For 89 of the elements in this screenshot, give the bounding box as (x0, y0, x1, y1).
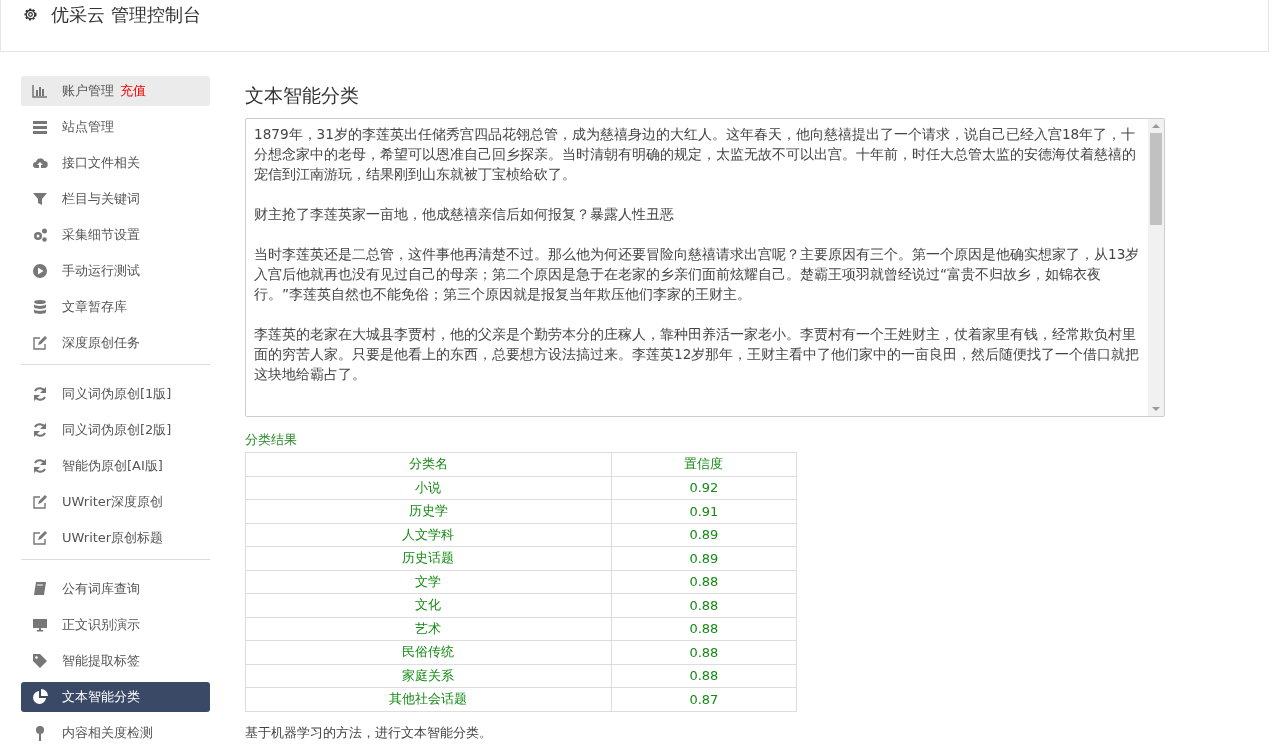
sidebar-item[interactable]: UWriter深度原创 (21, 487, 210, 517)
sidebar-item[interactable]: 正文识别演示 (21, 610, 210, 640)
table-cell: 家庭关系 (245, 664, 612, 688)
scrollbar-thumb[interactable] (1150, 133, 1162, 225)
table-cell: 民俗传统 (245, 640, 612, 664)
database-icon (32, 299, 48, 315)
sidebar-label: 文章暂存库 (62, 298, 127, 316)
sidebar-item[interactable]: 站点管理 (21, 112, 210, 142)
sidebar-label: 公有词库查询 (62, 580, 140, 598)
scrollbar[interactable] (1148, 119, 1164, 416)
recharge-link[interactable]: 充值 (120, 82, 146, 100)
table-cell: 0.91 (611, 499, 797, 523)
refresh-icon (32, 458, 48, 474)
table-cell: 0.89 (611, 546, 797, 570)
settings-icon (22, 6, 39, 23)
bar-chart-icon (32, 83, 48, 99)
result-title: 分类结果 (245, 431, 298, 449)
sidebar-item[interactable]: 手动运行测试 (21, 256, 210, 286)
sidebar-label: UWriter原创标题 (62, 529, 164, 547)
sidebar-item[interactable]: 同义词伪原创[2版] (21, 415, 210, 445)
scroll-down-icon[interactable] (1152, 405, 1160, 413)
table-cell: 0.88 (611, 570, 797, 594)
server-icon (32, 119, 48, 135)
refresh-icon (32, 422, 48, 438)
text-input-area[interactable] (245, 118, 1165, 417)
cloud-upload-icon (32, 155, 48, 171)
sidebar-item[interactable]: 智能提取标签 (21, 646, 210, 676)
console-title: 优采云 管理控制台 (51, 4, 201, 26)
pie-chart-icon (32, 689, 48, 705)
table-cell: 0.88 (611, 593, 797, 617)
table-cell: 艺术 (245, 617, 612, 641)
sidebar-item[interactable]: 采集细节设置 (21, 220, 210, 250)
table-cell: 0.88 (611, 640, 797, 664)
sidebar-label: 文本智能分类 (62, 688, 140, 706)
sidebar-item[interactable]: 同义词伪原创[1版] (21, 379, 210, 409)
sidebar-label: 同义词伪原创[1版] (62, 385, 172, 403)
sidebar-item[interactable]: 接口文件相关 (21, 148, 210, 178)
sidebar-label: 接口文件相关 (62, 154, 140, 172)
column-header: 置信度 (611, 452, 797, 476)
edit-icon (32, 530, 48, 546)
table-cell: 0.88 (611, 664, 797, 688)
sidebar-label: 站点管理 (62, 118, 114, 136)
edit-icon (32, 335, 48, 351)
table-cell: 0.89 (611, 523, 797, 547)
table-cell: 0.87 (611, 687, 797, 711)
table-cell: 0.88 (611, 617, 797, 641)
scroll-up-icon[interactable] (1152, 122, 1160, 130)
book-icon (32, 581, 48, 597)
sidebar-label: 正文识别演示 (62, 616, 140, 634)
sidebar-item[interactable]: 文本智能分类 (21, 682, 210, 712)
input-paragraph: 当时李莲英还是二总管，这件事他再清楚不过。那么他为何还要冒险向慈禧请求出宫呢？主要原因有三个。第一个原因是他确实想家了，从13岁入宫后他就再也没有见过自己的母亲；第二个原因是急于在老家的乡亲们面前炫耀自己。楚霸王项羽就曾经说过“富贵不归故乡，如锦衣夜行。”李莲英自然也不能免俗；第三个原因就是报复当年欺压他们李家的王财主。 (254, 245, 1140, 304)
table-cell: 小说 (245, 476, 612, 500)
table-cell: 历史学 (245, 499, 612, 523)
input-paragraph: 李莲英的老家在大城县李贾村，他的父亲是个勤劳本分的庄稼人，靠种田养活一家老小。李贾村有一个王姓财主，仗着家里有钱，经常欺负村里面的穷苦人家。只要是他看上的东西，总要想方设法搞过来。李莲英12岁那年，王财主看中了他们家中的一亩良田，然后随便找了一个借口就把这块地给霸占了。 (254, 325, 1140, 384)
sidebar-item[interactable]: 深度原创任务 (21, 328, 210, 358)
table-cell: 0.92 (611, 476, 797, 500)
sidebar-label: 采集细节设置 (62, 226, 140, 244)
input-paragraph: 财主抢了李莲英家一亩地，他成慈禧亲信后如何报复？暴露人性丑恶 (254, 205, 675, 224)
sidebar-label: UWriter深度原创 (62, 493, 164, 511)
sidebar-item[interactable]: UWriter原创标题 (21, 523, 210, 553)
sidebar-item[interactable]: 文章暂存库 (21, 292, 210, 322)
table-cell: 文化 (245, 593, 612, 617)
monitor-icon (32, 617, 48, 633)
refresh-icon (32, 386, 48, 402)
table-cell: 历史话题 (245, 546, 612, 570)
table-cell: 其他社会话题 (245, 687, 612, 711)
sidebar-label: 深度原创任务 (62, 334, 140, 352)
sidebar-item[interactable]: 栏目与关键词 (21, 184, 210, 214)
sidebar-label: 同义词伪原创[2版] (62, 421, 172, 439)
filter-icon (32, 191, 48, 207)
play-icon (32, 263, 48, 279)
sidebar-item[interactable]: 账户管理 充值 (21, 76, 210, 106)
tag-icon (32, 653, 48, 669)
column-header: 分类名 (245, 452, 612, 476)
sidebar-item[interactable]: 智能伪原创[AI版] (21, 451, 210, 481)
edit-icon (32, 494, 48, 510)
input-paragraph: 1879年，31岁的李莲英出任储秀宫四品花翎总管，成为慈禧身边的大红人。这年春天，他向慈禧提出了一个请求，说自己已经入宫18年了，十分想念家中的老母，希望可以恩准自己回乡探亲。当时清朝有明确的规定，太监无故不可以出宫。十年前，时任大总管太监的安德海仗着慈禧的宠信到江南游玩，结果刚到山东就被丁宝桢给砍了。 (254, 125, 1137, 184)
table-cell: 人文学科 (245, 523, 612, 547)
sidebar-label: 手动运行测试 (62, 262, 140, 280)
sidebar-label: 智能提取标签 (62, 652, 140, 670)
sidebar-label: 内容相关度检测 (62, 724, 153, 742)
sidebar-item[interactable]: 内容相关度检测 (21, 718, 210, 745)
sidebar-label: 栏目与关键词 (62, 190, 140, 208)
description-text: 基于机器学习的方法，进行文本智能分类。 (245, 723, 493, 742)
sidebar-label: 智能伪原创[AI版] (62, 457, 163, 475)
table-cell: 文学 (245, 570, 612, 594)
page-title: 文本智能分类 (245, 83, 360, 108)
sidebar-item[interactable]: 公有词库查询 (21, 574, 210, 604)
sidebar-label: 账户管理 (62, 82, 114, 100)
